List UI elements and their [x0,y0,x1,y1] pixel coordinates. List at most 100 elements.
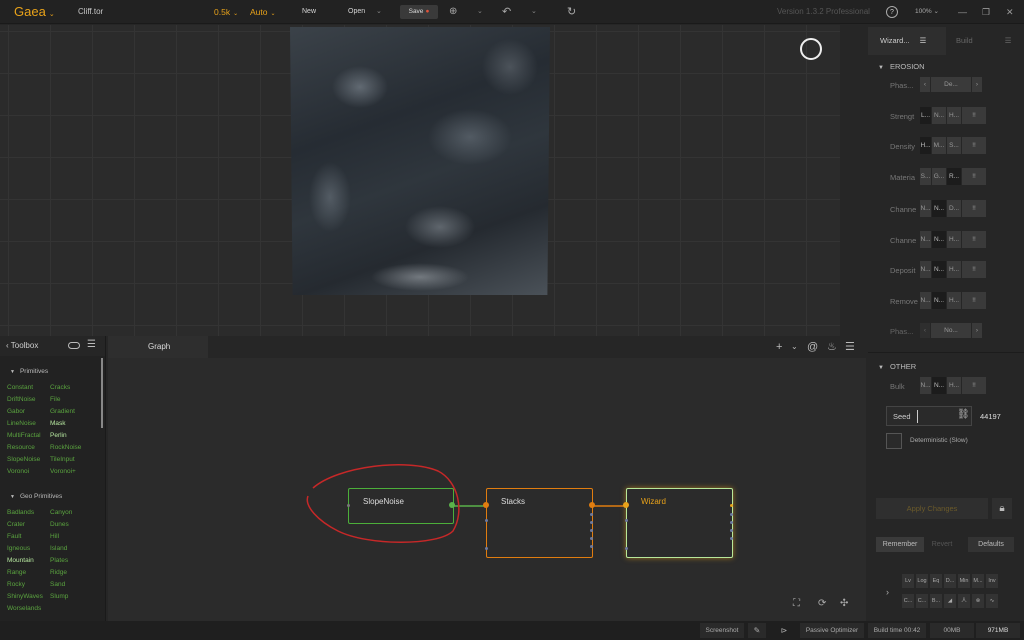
output-port[interactable] [590,529,593,532]
shape-icon[interactable]: ◢ [944,594,956,608]
toolbox-item[interactable]: TileInput [50,456,75,463]
redo-icon[interactable]: ↻ [567,0,576,24]
toolbox-item[interactable]: Sand [50,581,65,588]
toolbox-item[interactable]: File [50,396,60,403]
channel-segmented[interactable]: N... N... D...!! [920,200,987,217]
output-port[interactable] [730,504,733,507]
save-button[interactable]: Save ● [400,5,438,19]
toolbox-item[interactable]: Mountain [7,557,34,564]
adjust-button[interactable]: Log [916,574,928,588]
toolbox-item[interactable]: Worselands [7,605,41,612]
adjust-button[interactable]: B... [930,594,942,608]
category-geo-primitives[interactable]: ▼ Geo Primitives [10,493,62,500]
toolbox-item[interactable]: Perlin [50,432,67,439]
lock-icon[interactable]: 🔒︎ [992,498,1012,519]
seed-value[interactable]: 44197 [980,412,1001,421]
zoom-dropdown[interactable]: 100% ⌄ [915,0,939,24]
input-port[interactable] [347,504,350,507]
close-icon[interactable]: ✕ [1006,0,1014,24]
open-button[interactable]: Open [348,0,365,24]
output-port[interactable] [449,502,455,508]
adjust-button[interactable]: Lv [902,574,914,588]
toolbox-item[interactable]: Resource [7,444,35,451]
build-mode-dropdown[interactable]: Auto ⌄ [250,0,276,24]
person-icon[interactable]: 人 [958,594,970,608]
section-erosion[interactable]: ▼ EROSION [878,62,925,71]
toolbox-scrollbar[interactable] [101,358,103,428]
target-icon[interactable]: ⊕ [449,0,457,24]
input-port[interactable] [625,519,628,522]
toolbox-item[interactable]: Mask [50,420,66,427]
passive-optimizer-button[interactable]: Passive Optimizer [800,623,864,638]
density-segmented[interactable]: H... M... S...!! [920,137,987,154]
link-icon[interactable]: ⛓ [957,409,970,420]
input-port[interactable] [623,502,629,508]
toolbox-item[interactable]: Plates [50,557,68,564]
app-menu[interactable]: Gaea ⌄ [14,0,55,24]
wave-icon[interactable]: ∿ [986,594,998,608]
apply-changes-button[interactable]: Apply Changes [876,498,988,519]
output-port[interactable] [730,537,733,540]
tab-wizard[interactable]: Wizard... ☰ [868,27,946,55]
node-wizard[interactable]: Wizard [623,488,733,558]
category-primitives[interactable]: ▼ Primitives [10,368,48,375]
pencil-icon[interactable]: ✎ [748,623,766,638]
input-port[interactable] [485,547,488,550]
revert-button[interactable]: Revert [926,537,958,552]
toolbox-item[interactable]: Canyon [50,509,72,516]
screenshot-button[interactable]: Screenshot [700,623,744,638]
input-port[interactable] [483,502,489,508]
toolbox-item[interactable]: Fault [7,533,21,540]
new-button[interactable]: New [302,0,316,24]
node-stacks[interactable]: Stacks [483,488,595,558]
chevron-down-icon[interactable]: ⌄ [531,0,537,24]
toolbox-item[interactable]: Voronoi+ [50,468,76,475]
adjust-button[interactable]: Eq [930,574,942,588]
input-port[interactable] [485,519,488,522]
chevron-left-icon[interactable]: ‹ [920,77,930,92]
defaults-button[interactable]: Defaults [968,537,1014,552]
chevron-right-icon[interactable]: › [972,323,982,338]
deterministic-checkbox[interactable] [886,433,902,449]
toolbox-item[interactable]: Range [7,569,26,576]
seed-input[interactable]: Seed ⛓ [886,406,972,426]
resolution-dropdown[interactable]: 0.5k ⌄ [214,0,238,24]
adjust-button[interactable]: D... [944,574,956,588]
graph-panel[interactable]: Graph + ⌄ @ ♨ ☰ SlopeNoise Stacks Wizard [108,336,866,621]
minimize-icon[interactable]: — [958,0,967,24]
output-port[interactable] [730,529,733,532]
chevron-down-icon[interactable]: ⌄ [376,0,382,24]
toolbox-item[interactable]: Dunes [50,521,69,528]
toolbox-item[interactable]: SlopeNoise [7,456,40,463]
phase2-selector[interactable]: ‹ No... › [920,323,983,338]
output-port[interactable] [590,545,593,548]
tab-build[interactable]: Build ☰ [948,27,1024,55]
toolbox-item[interactable]: Slump [50,593,68,600]
toolbox-item[interactable]: Crater [7,521,25,528]
undo-icon[interactable]: ↶ [502,0,511,24]
strength-segmented[interactable]: L... N... H...!! [920,107,987,124]
play-icon[interactable]: ⊳ [770,623,798,638]
output-port[interactable] [589,502,595,508]
toolbox-item[interactable]: Badlands [7,509,34,516]
collapse-icon[interactable]: ✣ [840,598,848,609]
toolbox-item[interactable]: ShinyWaves [7,593,43,600]
chevron-left-icon[interactable]: ‹ [920,323,930,338]
toolbox-item[interactable]: Igneous [7,545,30,552]
toolbox-item[interactable]: Hill [50,533,59,540]
chevron-right-icon[interactable]: › [972,77,982,92]
deposit-segmented[interactable]: N... N... H...!! [920,261,987,278]
chevron-down-icon[interactable]: ⌄ [477,0,483,24]
remove-segmented[interactable]: N... N... H...!! [920,292,987,309]
toolbox-item[interactable]: RockNoise [50,444,81,451]
toolbox-item[interactable]: Rocky [7,581,25,588]
adjust-button[interactable]: M... [972,574,984,588]
toolbox-item[interactable]: Gabor [7,408,25,415]
menu-icon[interactable]: ☰ [87,339,96,350]
output-port[interactable] [590,521,593,524]
output-port[interactable] [730,513,733,516]
chevron-right-icon[interactable]: › [886,587,889,597]
refresh-icon[interactable]: ⟳ [818,598,826,609]
toolbox-item[interactable]: LineNoise [7,420,36,427]
toolbox-item[interactable]: Island [50,545,67,552]
